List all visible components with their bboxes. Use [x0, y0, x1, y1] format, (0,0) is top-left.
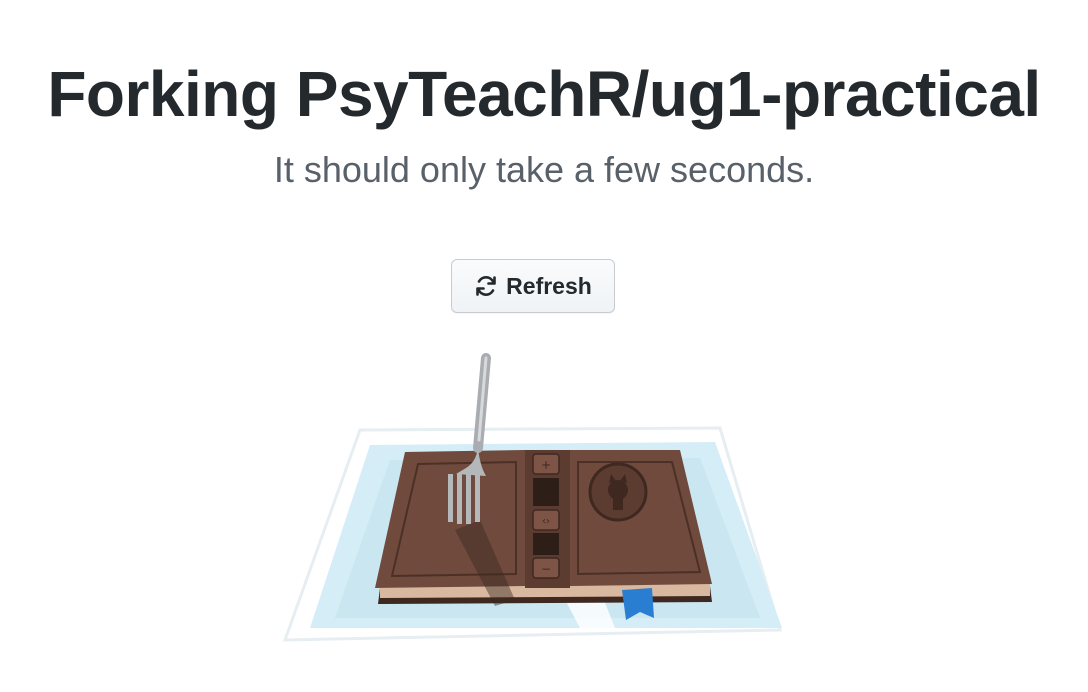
- refresh-button-label: Refresh: [506, 272, 592, 299]
- sync-icon: [474, 274, 498, 298]
- fork-in-book-illustration: + ‹› −: [282, 353, 782, 642]
- svg-text:‹›: ‹›: [542, 516, 550, 527]
- svg-text:+: +: [541, 458, 551, 472]
- page-subtitle: It should only take a few seconds.: [273, 149, 815, 190]
- refresh-button[interactable]: Refresh: [451, 259, 615, 313]
- fork-progress-page: Forking PsyTeachR/ug1-practical It shoul…: [0, 0, 1088, 692]
- svg-text:−: −: [541, 562, 551, 576]
- page-title: Forking PsyTeachR/ug1-practical: [47, 58, 1041, 130]
